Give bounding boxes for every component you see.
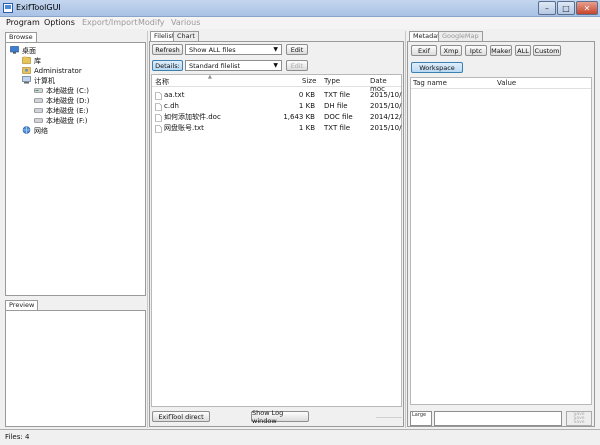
menu-program[interactable]: Program — [6, 18, 40, 27]
maximize-button[interactable]: □ — [557, 1, 575, 15]
files-count: Files: 4 — [5, 433, 30, 441]
left-splitter[interactable] — [147, 31, 148, 428]
exif-button[interactable]: Exif — [411, 45, 437, 56]
drive-icon — [34, 88, 43, 93]
menu-options[interactable]: Options — [44, 18, 75, 27]
menu-export-import[interactable]: Export/Import — [82, 18, 137, 27]
tree-item-network[interactable]: 网络 — [22, 126, 89, 136]
details-button[interactable]: Details: — [152, 60, 183, 71]
window-title: ExifToolGUI — [16, 3, 61, 12]
file-filter-select[interactable]: Show ALL files ▼ — [185, 44, 282, 55]
tree-item-library[interactable]: 库 — [22, 56, 89, 66]
minimize-icon: – — [545, 3, 549, 13]
table-row[interactable]: c.dh 1 KB DH file 2015/10/ — [152, 101, 401, 112]
col-size[interactable]: Size — [302, 77, 316, 85]
dropdown-arrow-icon: ▼ — [273, 62, 278, 69]
resize-grip[interactable] — [376, 414, 402, 418]
show-log-button[interactable]: Show Log window — [251, 409, 309, 425]
minimize-button[interactable]: – — [538, 1, 556, 15]
custom-button[interactable]: Custom — [533, 45, 561, 56]
library-icon — [22, 56, 31, 64]
tree-item-drive-c[interactable]: 本地磁盘 (C:) — [34, 86, 89, 96]
tree-item-drive-f[interactable]: 本地磁盘 (F:) — [34, 116, 89, 126]
tree-item-desktop[interactable]: 桌面 — [10, 46, 89, 56]
tab-preview[interactable]: Preview — [5, 300, 39, 310]
tree-item-administrator[interactable]: Administrator — [22, 66, 89, 76]
status-bar: Files: 4 — [0, 429, 600, 445]
table-row[interactable]: 网盘账号.txt 1 KB TXT file 2015/10/ — [152, 123, 401, 134]
save-button[interactable]: Save Save Save — [566, 411, 592, 426]
network-icon — [22, 126, 31, 134]
col-name[interactable]: 名称 — [155, 77, 169, 87]
xmp-button[interactable]: Xmp — [440, 45, 462, 56]
file-icon — [155, 103, 162, 111]
menu-various[interactable]: Various — [171, 18, 200, 27]
app-icon — [3, 3, 13, 13]
tree-item-drive-d[interactable]: 本地磁盘 (D:) — [34, 96, 89, 106]
drive-icon — [34, 98, 43, 103]
sort-ascending-icon: ▲ — [208, 74, 212, 80]
file-table-header: 名称 ▲ Size Type Date moc — [152, 74, 401, 93]
metadata-table: Tag name Value — [410, 77, 592, 405]
metadata-table-header: Tag name Value — [411, 78, 591, 89]
close-icon: ✕ — [583, 3, 591, 13]
preview-area — [5, 310, 146, 427]
close-button[interactable]: ✕ — [576, 1, 598, 15]
file-table: 名称 ▲ Size Type Date moc aa.txt 0 KB TXT … — [151, 74, 402, 407]
col-tag-name[interactable]: Tag name — [413, 79, 447, 87]
large-preview-box[interactable]: Large — [410, 411, 432, 426]
maker-button[interactable]: Maker — [490, 45, 512, 56]
metadata-edit-box[interactable] — [434, 411, 562, 426]
file-icon — [155, 92, 162, 100]
dropdown-arrow-icon: ▼ — [273, 46, 278, 53]
menu-bar: Program Options Export/Import Modify Var… — [0, 17, 600, 29]
iptc-button[interactable]: Iptc — [465, 45, 487, 56]
table-row[interactable]: 如何添加软件.doc 1,643 KB DOC file 2014/12/ — [152, 112, 401, 123]
user-folder-icon — [22, 67, 31, 74]
desktop-icon — [10, 46, 19, 54]
maximize-icon: □ — [562, 3, 570, 13]
file-rows: aa.txt 0 KB TXT file 2015/10/ c.dh 1 KB … — [152, 90, 401, 134]
exiftool-direct-button[interactable]: ExifTool direct — [152, 411, 210, 422]
file-icon — [155, 125, 162, 133]
title-bar: ExifToolGUI – □ ✕ — [0, 0, 600, 17]
view-mode-select[interactable]: Standard filelist ▼ — [185, 60, 282, 71]
tree-item-drive-e[interactable]: 本地磁盘 (E:) — [34, 106, 89, 116]
edit-view-button[interactable]: Edit — [286, 60, 308, 71]
col-type[interactable]: Type — [324, 77, 340, 85]
drive-icon — [34, 118, 43, 123]
table-row[interactable]: aa.txt 0 KB TXT file 2015/10/ — [152, 90, 401, 101]
all-button[interactable]: ALL — [515, 45, 531, 56]
menu-modify[interactable]: Modify — [138, 18, 165, 27]
tab-browse[interactable]: Browse — [5, 32, 37, 42]
file-icon — [155, 114, 162, 122]
computer-icon — [22, 76, 31, 84]
drive-icon — [34, 108, 43, 113]
right-splitter[interactable] — [405, 31, 406, 428]
col-value[interactable]: Value — [497, 79, 516, 87]
tree-item-computer[interactable]: 计算机 — [22, 76, 89, 86]
browse-tree: 桌面 库 Administrator 计算机 本地磁盘 (C:) 本地磁盘 (D… — [5, 42, 146, 296]
workspace-button[interactable]: Workspace — [411, 62, 463, 73]
tab-googlemap[interactable]: GoogleMap — [438, 31, 483, 41]
edit-filter-button[interactable]: Edit — [286, 44, 308, 55]
tab-chart[interactable]: Chart — [173, 31, 199, 41]
refresh-button[interactable]: Refresh — [152, 44, 183, 55]
